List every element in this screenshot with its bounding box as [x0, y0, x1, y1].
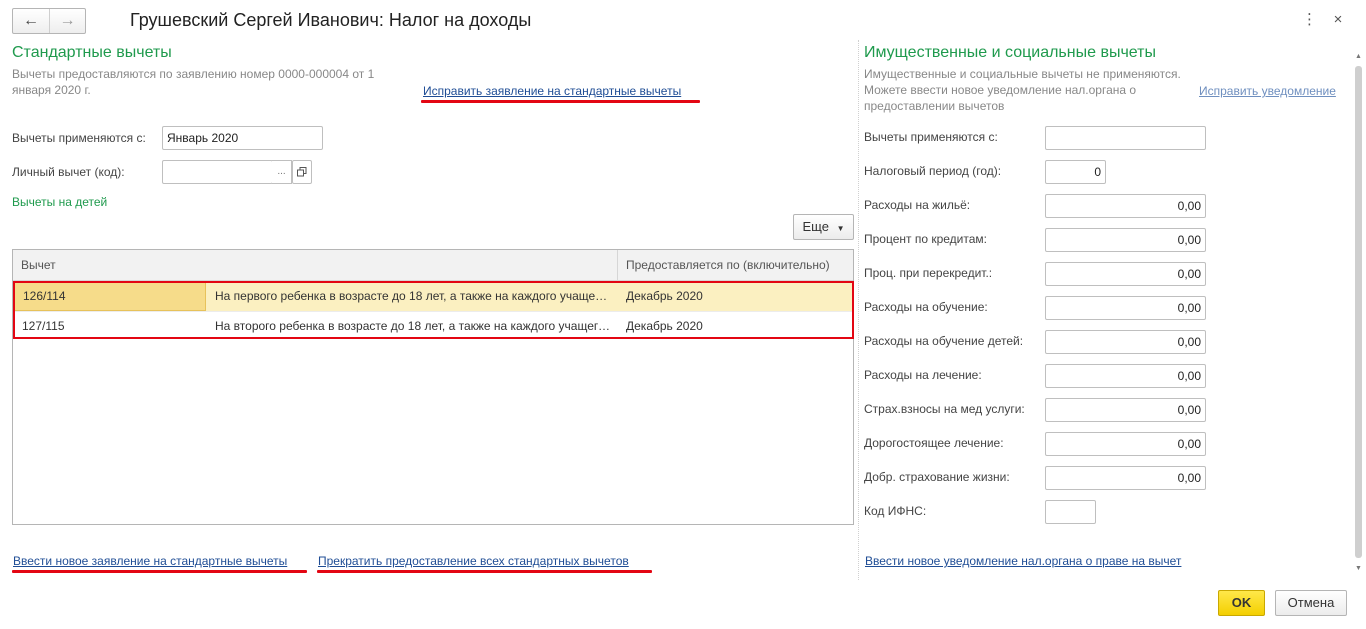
applied-from-input[interactable] [1045, 126, 1206, 150]
cancel-button[interactable]: Отмена [1275, 590, 1347, 616]
field-label: Расходы на обучение: [864, 300, 988, 314]
field-label: Расходы на лечение: [864, 368, 982, 382]
column-header-deduction[interactable]: Вычет [13, 250, 617, 281]
more-menu-icon[interactable]: ⋮ [1302, 11, 1317, 29]
treatment-expenses-input[interactable]: 0,00 [1045, 364, 1206, 388]
navigation-buttons: ← → [12, 8, 86, 34]
applied-from-field[interactable]: Январь 2020 [162, 126, 323, 150]
field-label: Код ИФНС: [864, 504, 927, 518]
field-label: Расходы на жильё: [864, 198, 971, 212]
new-notice-link[interactable]: Ввести новое уведомление нал.органа о пр… [865, 554, 1181, 568]
stop-standard-deductions-link[interactable]: Прекратить предоставление всех стандартн… [318, 554, 629, 568]
back-button[interactable]: ← [13, 9, 49, 33]
children-education-input[interactable]: 0,00 [1045, 330, 1206, 354]
fix-standard-statement-link[interactable]: Исправить заявление на стандартные вычет… [423, 84, 681, 98]
field-label: Проц. при перекредит.: [864, 266, 993, 280]
tax-period-input[interactable]: 0 [1045, 160, 1106, 184]
highlight-underline [421, 100, 700, 103]
life-insurance-input[interactable]: 0,00 [1045, 466, 1206, 490]
standard-deductions-note: Вычеты предоставляются по заявлению номе… [12, 67, 375, 97]
fix-notice-link[interactable]: Исправить уведомление [1199, 84, 1336, 98]
field-label: Расходы на обучение детей: [864, 334, 1024, 348]
personal-deduction-label: Личный вычет (код): [12, 165, 125, 179]
standard-deductions-heading: Стандартные вычеты [12, 44, 172, 61]
refinance-interest-input[interactable]: 0,00 [1045, 262, 1206, 286]
highlight-underline [317, 570, 652, 573]
field-label: Дорогостоящее лечение: [864, 436, 1004, 450]
housing-expenses-input[interactable]: 0,00 [1045, 194, 1206, 218]
scroll-up-icon[interactable]: ▲ [1353, 52, 1364, 62]
chevron-down-icon: ▼ [836, 224, 845, 233]
personal-deduction-field[interactable] [162, 160, 273, 184]
education-expenses-input[interactable]: 0,00 [1045, 296, 1206, 320]
highlight-box [13, 281, 854, 339]
ifns-code-input[interactable] [1045, 500, 1096, 524]
field-label: Процент по кредитам: [864, 232, 988, 246]
arrow-right-icon: → [59, 12, 76, 29]
column-header-until[interactable]: Предоставляется по (включительно) [618, 250, 853, 281]
more-button-label: Еще [802, 219, 829, 234]
forward-button[interactable]: → [49, 9, 85, 33]
applied-from-label: Вычеты применяются с: [12, 131, 146, 145]
vertical-scrollbar[interactable]: ▲ ▼ [1353, 40, 1364, 580]
new-standard-statement-link[interactable]: Ввести новое заявление на стандартные вы… [13, 554, 287, 568]
arrow-left-icon: ← [23, 12, 39, 29]
scroll-thumb[interactable] [1355, 66, 1362, 558]
window-title: Грушевский Сергей Иванович: Налог на дох… [130, 10, 532, 30]
panel-separator [858, 40, 859, 580]
field-label: Налоговый период (год): [864, 164, 1002, 178]
medical-insurance-input[interactable]: 0,00 [1045, 398, 1206, 422]
more-button[interactable]: Еще ▼ [793, 214, 854, 240]
open-icon[interactable] [292, 160, 312, 184]
close-icon[interactable]: × [1331, 11, 1345, 29]
field-label: Страх.взносы на мед услуги: [864, 402, 1025, 416]
property-deductions-note: Имущественные и социальные вычеты не при… [864, 67, 1181, 113]
expensive-treatment-input[interactable]: 0,00 [1045, 432, 1206, 456]
personal-deduction-select-button[interactable]: ... [272, 160, 292, 184]
table-header: Вычет Предоставляется по (включительно) [13, 250, 853, 281]
scroll-down-icon[interactable]: ▼ [1353, 564, 1364, 574]
field-label: Добр. страхование жизни: [864, 470, 1010, 484]
loan-interest-input[interactable]: 0,00 [1045, 228, 1206, 252]
children-deductions-link[interactable]: Вычеты на детей [12, 195, 107, 209]
property-deductions-heading: Имущественные и социальные вычеты [864, 44, 1156, 61]
ok-button[interactable]: OK [1218, 590, 1265, 616]
field-label: Вычеты применяются с: [864, 130, 998, 144]
highlight-underline [12, 570, 307, 573]
